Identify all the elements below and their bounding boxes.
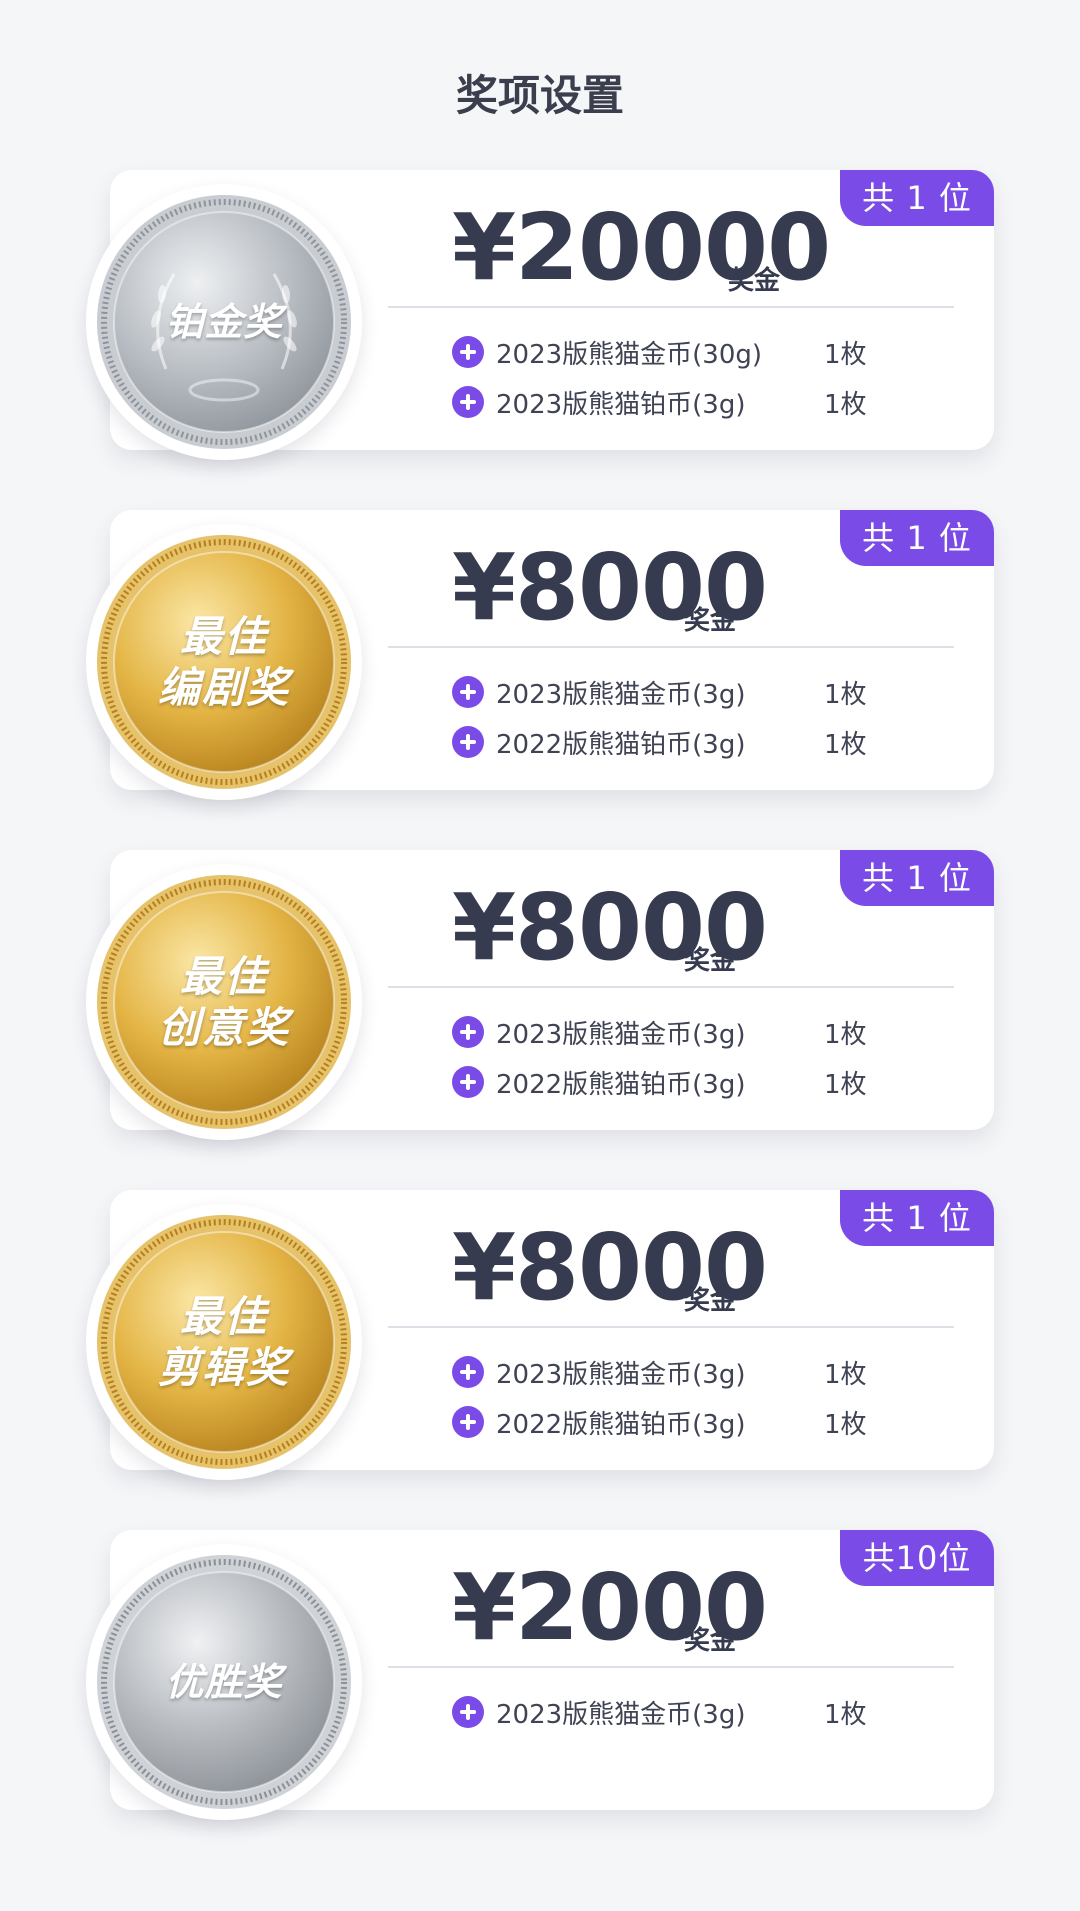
medal-label-line: 最佳 <box>179 1291 268 1341</box>
plus-icon <box>452 1016 484 1048</box>
bonus-item: 2023版熊猫金币(3g) 1枚 <box>452 1352 867 1392</box>
award-medal: 优胜奖 <box>86 1544 362 1820</box>
winner-count-badge: 共 1 位 <box>840 1190 994 1246</box>
medal-label-line: 创意奖 <box>157 1003 290 1052</box>
medal-label-line: 最佳 <box>179 611 268 661</box>
prize-unit-label: 奖金 <box>728 266 781 296</box>
winner-count-badge: 共 1 位 <box>840 170 994 226</box>
medal-label-line: 剪辑奖 <box>157 1343 290 1392</box>
prize-unit-label: 奖金 <box>684 1286 737 1316</box>
medal-label: 最佳 编剧奖 <box>96 534 352 790</box>
bonus-item-quantity: 1枚 <box>824 1069 867 1100</box>
page-title: 奖项设置 <box>455 71 624 120</box>
plus-icon <box>452 676 484 708</box>
award-card: 共 1 位 最佳 创意奖 ¥8000 奖金 2023版熊猫金币(3g) 1枚 2… <box>0 850 1080 1140</box>
bonus-item: 2023版熊猫金币(3g) 1枚 <box>452 1692 867 1732</box>
bonus-item-quantity: 1枚 <box>824 1019 867 1050</box>
bonus-item: 2023版熊猫金币(3g) 1枚 <box>452 672 867 712</box>
bonus-item: 2023版熊猫金币(30g) 1枚 <box>452 332 867 372</box>
prize-unit-label: 奖金 <box>684 606 737 636</box>
divider <box>388 1666 954 1668</box>
divider <box>388 1326 954 1328</box>
bonus-item-name: 2022版熊猫铂币(3g) <box>496 1409 746 1440</box>
divider <box>388 306 954 308</box>
bonus-item-quantity: 1枚 <box>824 729 867 760</box>
plus-icon <box>452 386 484 418</box>
award-card: 共 1 位 铂金奖 ¥20000 奖金 2023版熊猫金币(30g) 1枚 20… <box>0 170 1080 460</box>
winner-count-badge: 共 1 位 <box>840 510 994 566</box>
plus-icon <box>452 1696 484 1728</box>
bonus-item-name: 2023版熊猫铂币(3g) <box>496 389 746 420</box>
bonus-item: 2022版熊猫铂币(3g) 1枚 <box>452 1062 867 1102</box>
plus-icon <box>452 726 484 758</box>
bonus-item-name: 2023版熊猫金币(3g) <box>496 1019 746 1050</box>
medal-label-line: 铂金奖 <box>165 299 283 344</box>
medal-label-line: 优胜奖 <box>165 1659 283 1704</box>
bonus-item-quantity: 1枚 <box>824 1409 867 1440</box>
bonus-item-quantity: 1枚 <box>824 1359 867 1390</box>
bonus-item-name: 2023版熊猫金币(30g) <box>496 339 763 370</box>
prize-unit-label: 奖金 <box>684 1626 737 1656</box>
bonus-item-name: 2023版熊猫金币(3g) <box>496 679 746 710</box>
bonus-item-name: 2022版熊猫铂币(3g) <box>496 1069 746 1100</box>
bonus-item-name: 2023版熊猫金币(3g) <box>496 1359 746 1390</box>
award-medal: 最佳 创意奖 <box>86 864 362 1140</box>
medal-label-line: 编剧奖 <box>157 663 290 712</box>
divider <box>388 986 954 988</box>
bonus-item-quantity: 1枚 <box>824 1699 867 1730</box>
plus-icon <box>452 1066 484 1098</box>
bonus-item-name: 2023版熊猫金币(3g) <box>496 1699 746 1730</box>
award-medal: 最佳 编剧奖 <box>86 524 362 800</box>
award-card: 共10位 优胜奖 ¥2000 奖金 2023版熊猫金币(3g) 1枚 <box>0 1530 1080 1820</box>
winner-count-badge: 共 1 位 <box>840 850 994 906</box>
bonus-item: 2023版熊猫金币(3g) 1枚 <box>452 1012 867 1052</box>
medal-label-line: 最佳 <box>179 951 268 1001</box>
plus-icon <box>452 336 484 368</box>
medal-label: 铂金奖 <box>96 194 352 450</box>
bonus-item-quantity: 1枚 <box>824 339 867 370</box>
bonus-item: 2023版熊猫铂币(3g) 1枚 <box>452 382 867 422</box>
bonus-item: 2022版熊猫铂币(3g) 1枚 <box>452 722 867 762</box>
medal-label: 最佳 创意奖 <box>96 874 352 1130</box>
bonus-item-name: 2022版熊猫铂币(3g) <box>496 729 746 760</box>
divider <box>388 646 954 648</box>
award-medal: 铂金奖 <box>86 184 362 460</box>
bonus-item: 2022版熊猫铂币(3g) 1枚 <box>452 1402 867 1442</box>
winner-count-badge: 共10位 <box>840 1530 994 1586</box>
award-card: 共 1 位 最佳 编剧奖 ¥8000 奖金 2023版熊猫金币(3g) 1枚 2… <box>0 510 1080 800</box>
prize-unit-label: 奖金 <box>684 946 737 976</box>
plus-icon <box>452 1356 484 1388</box>
medal-label: 优胜奖 <box>96 1554 352 1810</box>
award-card: 共 1 位 最佳 剪辑奖 ¥8000 奖金 2023版熊猫金币(3g) 1枚 2… <box>0 1190 1080 1480</box>
bonus-item-quantity: 1枚 <box>824 389 867 420</box>
award-medal: 最佳 剪辑奖 <box>86 1204 362 1480</box>
plus-icon <box>452 1406 484 1438</box>
bonus-item-quantity: 1枚 <box>824 679 867 710</box>
medal-label: 最佳 剪辑奖 <box>96 1214 352 1470</box>
